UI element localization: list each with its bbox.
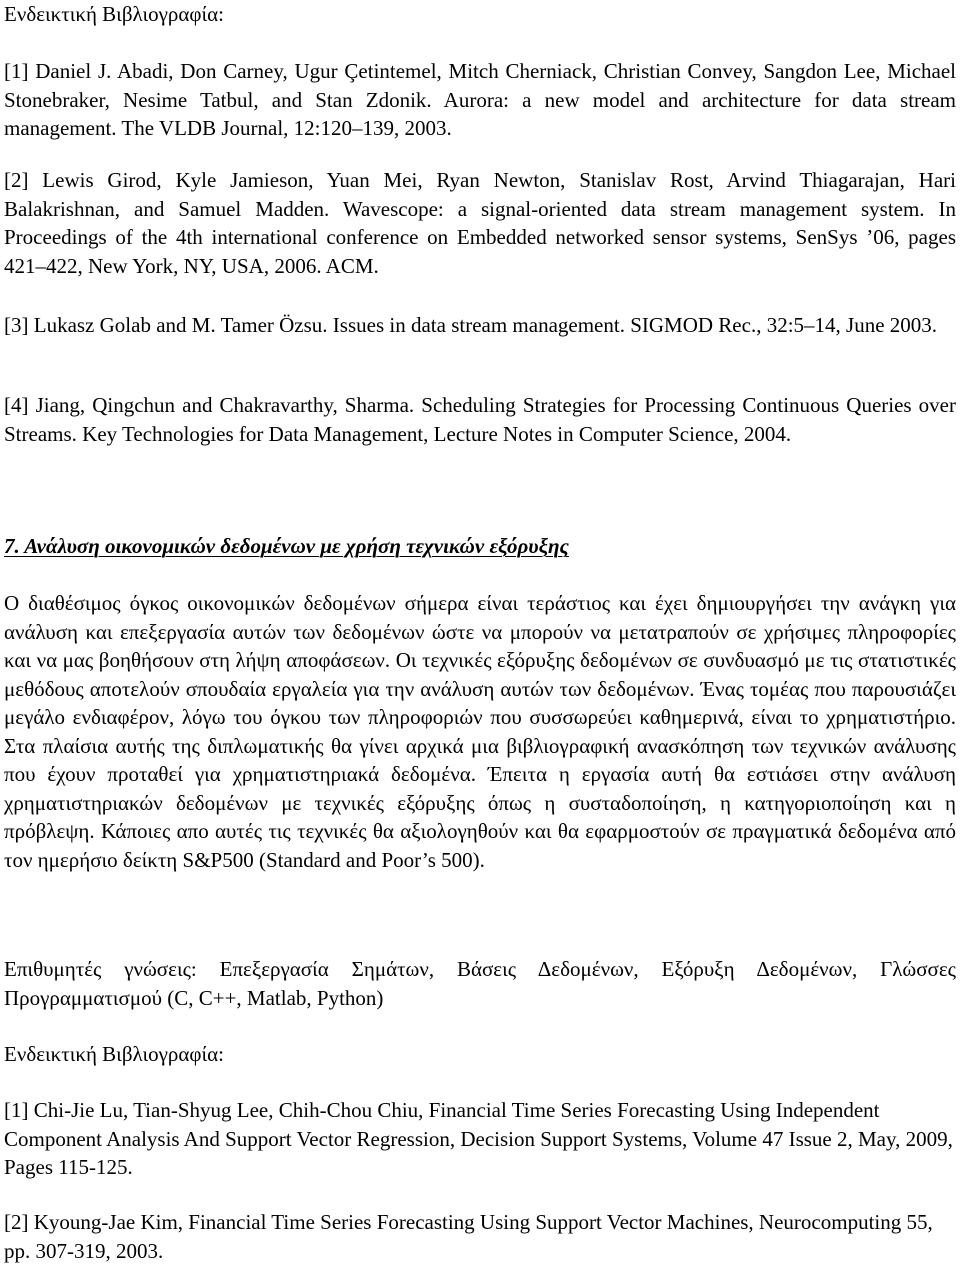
reference-item: [1] Chi-Jie Lu, Tian-Shyug Lee, Chih-Cho… [4, 1098, 953, 1179]
reference-item: [4] Jiang, Qingchun and Chakravarthy, Sh… [4, 393, 956, 446]
reference-item: [1] Daniel J. Abadi, Don Carney, Ugur Çe… [4, 59, 956, 140]
reference-item: [2] Lewis Girod, Kyle Jamieson, Yuan Mei… [4, 168, 956, 278]
section-heading: 7. Ανάλυση οικονομικών δεδομένων με χρήσ… [4, 534, 569, 558]
reference-item: [2] Kyoung-Jae Kim, Financial Time Serie… [4, 1210, 933, 1263]
reference-item: [3] Lukasz Golab and M. Tamer Özsu. Issu… [4, 313, 938, 337]
desired-skills: Επιθυμητές γνώσεις: Επεξεργασία Σημάτων,… [4, 957, 956, 1010]
bibliography-label: Ενδεικτική Βιβλιογραφία: [4, 1042, 224, 1066]
section-description: Ο διαθέσιμος όγκος οικονομικών δεδομένων… [4, 591, 956, 872]
bibliography-label: Ενδεικτική Βιβλιογραφία: [4, 2, 224, 26]
